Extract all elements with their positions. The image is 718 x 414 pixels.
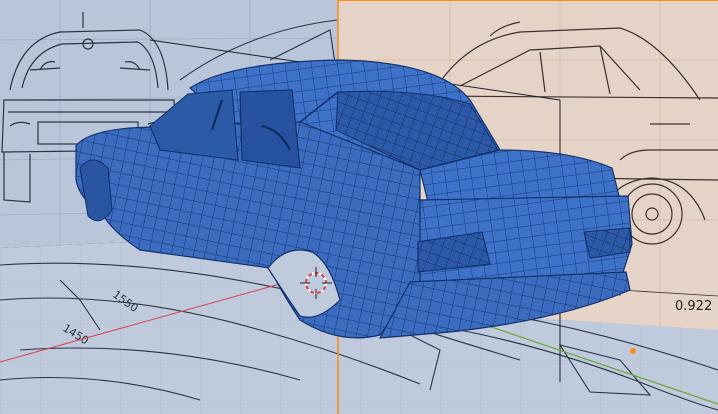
- object-origin-icon[interactable]: [630, 348, 636, 354]
- viewport-canvas[interactable]: 904 1450 1550 4465: [0, 0, 718, 414]
- 3d-viewport[interactable]: 904 1450 1550 4465: [0, 0, 718, 414]
- dimension-label: 0.922: [675, 299, 712, 314]
